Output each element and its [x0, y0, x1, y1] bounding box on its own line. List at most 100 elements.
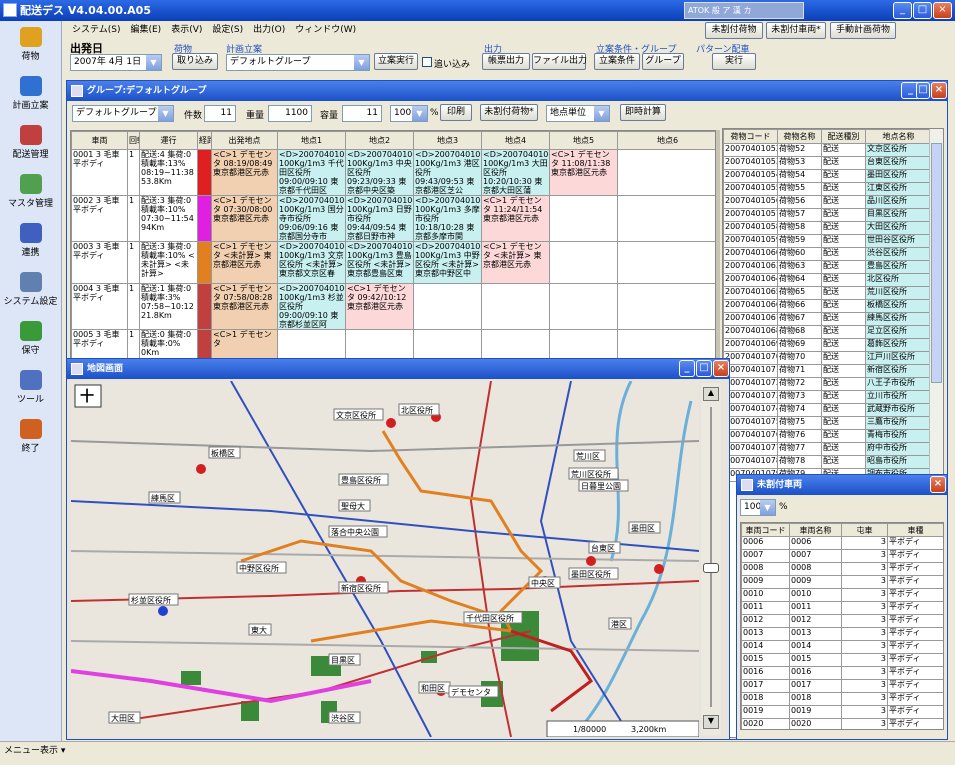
table-row[interactable]: 20070401077 荷物77 配送 府中市役所: [723, 442, 932, 456]
top-right-button-1[interactable]: 未割付車両*: [766, 22, 826, 39]
menu-item-4[interactable]: 出力(O): [253, 25, 285, 35]
cell-rot[interactable]: 1: [127, 149, 140, 196]
table-row[interactable]: 20070401060 荷物60 配送 渋谷区役所: [723, 247, 932, 261]
maximize-button[interactable]: □: [913, 2, 932, 19]
table-row[interactable]: 20070401076 荷物76 配送 青梅市役所: [723, 429, 932, 443]
route-color-cell[interactable]: [197, 195, 212, 242]
cell-stop-6[interactable]: [617, 283, 715, 330]
cell-stop-5[interactable]: [549, 195, 618, 242]
cell-rot[interactable]: 1: [127, 283, 140, 330]
report-output-button[interactable]: 帳票出力: [482, 53, 530, 70]
cell-stop-2[interactable]: <D>20070401000 100Kg/1m3 日野市役所 09:44/09:…: [345, 195, 414, 242]
sidebar-item-5[interactable]: システム設定: [0, 272, 61, 315]
table-row[interactable]: 20070401056 荷物56 配送 品川区役所: [723, 195, 932, 209]
table-row[interactable]: 0007 0007 3 平ボディ: [741, 549, 943, 563]
cell-stop-0[interactable]: <C>1 デモセンタ 08:19/08:49 東京都港区元赤: [211, 149, 278, 196]
import-button[interactable]: 取り込み: [172, 53, 218, 70]
table-row[interactable]: 0017 0017 3 平ボディ: [741, 679, 943, 693]
route-color-cell[interactable]: [197, 283, 212, 330]
table-row[interactable]: 0008 0008 3 平ボディ: [741, 562, 943, 576]
cell-stop-0[interactable]: <C>1 デモセンタ 07:30/08:00 東京都港区元赤: [211, 195, 278, 242]
table-row[interactable]: 20070401057 荷物57 配送 目黒区役所: [723, 208, 932, 222]
sidebar-item-1[interactable]: 計画立案: [0, 76, 61, 119]
menu-item-0[interactable]: システム(S): [72, 25, 120, 35]
table-row[interactable]: 20070401071 荷物71 配送 新宿区役所: [723, 364, 932, 378]
table-row[interactable]: 0012 0012 3 平ボディ: [741, 614, 943, 628]
volume-field[interactable]: 11: [342, 105, 382, 122]
count-field[interactable]: 11: [204, 105, 236, 122]
cell-stop-6[interactable]: [617, 241, 715, 284]
sidebar-item-6[interactable]: 保守: [0, 321, 61, 364]
table-row[interactable]: 20070401064 荷物64 配送 北区役所: [723, 273, 932, 287]
map-zoom-bar[interactable]: ▲ ▼: [701, 383, 721, 735]
table-row[interactable]: 0014 0014 3 平ボディ: [741, 640, 943, 654]
pattern-exec-button[interactable]: 実行: [712, 53, 756, 70]
table-row[interactable]: 0019 0019 3 平ボディ: [741, 705, 943, 719]
table-row[interactable]: 0016 0016 3 平ボディ: [741, 666, 943, 680]
table-row[interactable]: 0015 0015 3 平ボディ: [741, 653, 943, 667]
sidebar-item-4[interactable]: 連携: [0, 223, 61, 266]
cell-stop-3[interactable]: <D>20070401006 100Kg/1m3 中野区役所 <未計算> 東京都…: [413, 241, 482, 284]
close-button[interactable]: ×: [931, 82, 947, 99]
table-row[interactable]: 20070401054 荷物54 配送 墨田区役所: [723, 169, 932, 183]
cell-stop-4[interactable]: [481, 283, 550, 330]
cell-rot[interactable]: 1: [127, 195, 140, 242]
table-row[interactable]: 20070401053 荷物53 配送 台東区役所: [723, 156, 932, 170]
cell-stop-6[interactable]: [617, 195, 715, 242]
cell-stop-1[interactable]: <D>20070401000 100Kg/1m3 国分寺市役所 09:06/09…: [277, 195, 346, 242]
cell-stop-3[interactable]: <D>20070401000 100Kg/1m3 港区役所 09:43/09:5…: [413, 149, 482, 196]
unit-select[interactable]: 地点単位 ▼: [546, 105, 610, 122]
cell-vehicle[interactable]: 0003 3 毛車 平ボディ: [71, 241, 128, 284]
cell-stop-3[interactable]: <D>20070401004 100Kg/1m3 多摩市役所 10:18/10:…: [413, 195, 482, 242]
table-row[interactable]: 0010 0010 3 平ボディ: [741, 588, 943, 602]
sidebar-item-3[interactable]: マスタ管理: [0, 174, 61, 217]
menu-item-1[interactable]: 編集(E): [130, 25, 161, 35]
cell-rot[interactable]: 1: [127, 241, 140, 284]
cell-vehicle[interactable]: 0002 3 毛車 平ボディ: [71, 195, 128, 242]
cell-stop-1[interactable]: <D>20070401006 100Kg/1m3 杉並区役所 09:00/09:…: [277, 283, 346, 330]
print-button[interactable]: 印刷: [440, 104, 472, 121]
table-row[interactable]: 20070401066 荷物66 配送 板橋区役所: [723, 299, 932, 313]
table-row[interactable]: 20070401065 荷物65 配送 荒川区役所: [723, 286, 932, 300]
table-row[interactable]: 20070401052 荷物52 配送 文京区役所: [723, 143, 932, 157]
sidebar-item-8[interactable]: 終了: [0, 419, 61, 462]
table-row[interactable]: 0018 0018 3 平ボディ: [741, 692, 943, 706]
cell-op[interactable]: 配送:4 集荷:0 積載率:13% 08:19~11:38 53.8Km: [139, 149, 198, 196]
cell-stop-4[interactable]: <C>1 デモセンタ 11:24/11:54 東京都港区元赤: [481, 195, 550, 242]
zoom-slider-track[interactable]: [710, 407, 712, 707]
table-row[interactable]: 20070401067 荷物67 配送 練馬区役所: [723, 312, 932, 326]
table-row[interactable]: 20070401063 荷物63 配送 豊島区役所: [723, 260, 932, 274]
close-button[interactable]: ×: [933, 2, 952, 19]
table-row[interactable]: 20070401075 荷物75 配送 三鷹市役所: [723, 416, 932, 430]
instant-calc-button[interactable]: 即時計算: [620, 104, 666, 121]
maximize-button[interactable]: □: [916, 82, 930, 99]
append-checkbox[interactable]: [422, 57, 432, 67]
cell-vehicle[interactable]: 0004 3 毛車 平ボディ: [71, 283, 128, 330]
menu-item-3[interactable]: 設定(S): [212, 25, 243, 35]
table-row[interactable]: 20070401074 荷物74 配送 武蔵野市役所: [723, 403, 932, 417]
table-row[interactable]: 20070401070 荷物70 配送 江戸川区役所: [723, 351, 932, 365]
cell-op[interactable]: 配送:3 集荷:0 積載率:10% <未計算> <未計算>: [139, 241, 198, 284]
date-select[interactable]: 2007年 4月 1日 ▼: [70, 54, 162, 71]
table-row[interactable]: 0001 3 毛車 平ボディ 1 配送:4 集荷:0 積載率:13% 08:19~1…: [71, 149, 715, 196]
sidebar-item-2[interactable]: 配送管理: [0, 125, 61, 168]
cell-stop-3[interactable]: [413, 283, 482, 330]
atok-toolbar[interactable]: ATOK 般 ア 漢 カ: [684, 2, 804, 19]
cell-stop-1[interactable]: <D>20070401000 100Kg/1m3 千代田区役所 09:00/09…: [277, 149, 346, 196]
cell-stop-2[interactable]: <D>20070401001 100Kg/1m3 豊島区役所 <未計算> 東京都…: [345, 241, 414, 284]
file-output-button[interactable]: ファイル出力: [532, 53, 587, 70]
minimize-button[interactable]: _: [893, 2, 912, 19]
compass-icon[interactable]: 十: [74, 384, 102, 408]
top-right-button-2[interactable]: 手動計画荷物: [830, 22, 896, 39]
cell-op[interactable]: 配送:3 集荷:0 積載率:10% 07:30~11:54 94Km: [139, 195, 198, 242]
route-color-cell[interactable]: [197, 241, 212, 284]
table-row[interactable]: 20070401073 荷物73 配送 立川市役所: [723, 390, 932, 404]
table-row[interactable]: 20070401078 荷物78 配送 昭島市役所: [723, 455, 932, 469]
group-select[interactable]: デフォルトグループ ▼: [72, 105, 174, 122]
menu-display-toggle[interactable]: メニュー表示 ▾: [4, 746, 65, 756]
cell-vehicle[interactable]: 0001 3 毛車 平ボディ: [71, 149, 128, 196]
zoom-out-arrow-icon[interactable]: ▼: [703, 715, 719, 729]
cell-op[interactable]: 配送:1 集荷:0 積載率:3% 07:58~10:12 21.8Km: [139, 283, 198, 330]
zoom-in-arrow-icon[interactable]: ▲: [703, 387, 719, 401]
scroll-thumb[interactable]: [931, 143, 942, 383]
